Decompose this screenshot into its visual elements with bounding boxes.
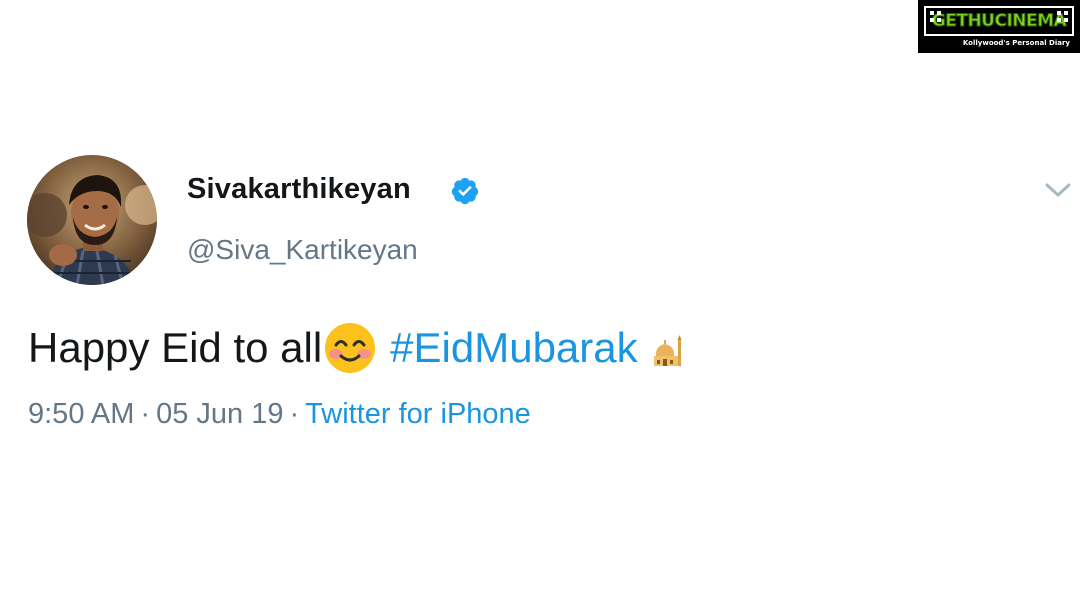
tweet-text: Happy Eid to all #EidMubarak <box>28 322 684 374</box>
film-strip-left-icon <box>930 11 941 22</box>
avatar[interactable] <box>27 155 157 285</box>
tweet-meta: 9:50 AM · 05 Jun 19 · Twitter for iPhone <box>28 398 531 431</box>
watermark-brand: GETHUCINEMA <box>931 11 1067 32</box>
tweet-body-text: Happy Eid to all <box>28 324 323 371</box>
watermark-logo: GETHUCINEMA Kollywood's Personal Diary <box>918 0 1080 53</box>
meta-separator: · <box>140 398 151 430</box>
tweet-source-link[interactable]: Twitter for iPhone <box>305 398 531 430</box>
tweet-time[interactable]: 9:50 AM <box>28 398 134 430</box>
mosque-emoji-icon <box>653 335 682 366</box>
tweet-date[interactable]: 05 Jun 19 <box>156 398 283 430</box>
meta-separator: · <box>289 398 300 430</box>
author-handle[interactable]: @Siva_Kartikeyan <box>187 234 418 266</box>
avatar-photo <box>27 155 157 285</box>
chevron-down-icon[interactable] <box>1044 180 1072 200</box>
watermark-frame: GETHUCINEMA <box>924 6 1074 36</box>
watermark-tagline: Kollywood's Personal Diary <box>962 39 1070 47</box>
smiling-face-emoji-icon <box>325 323 376 373</box>
hashtag-link[interactable]: #EidMubarak <box>390 324 637 372</box>
film-strip-right-icon <box>1057 11 1068 22</box>
verified-badge-icon <box>451 177 479 205</box>
author-display-name[interactable]: Sivakarthikeyan <box>187 173 411 206</box>
